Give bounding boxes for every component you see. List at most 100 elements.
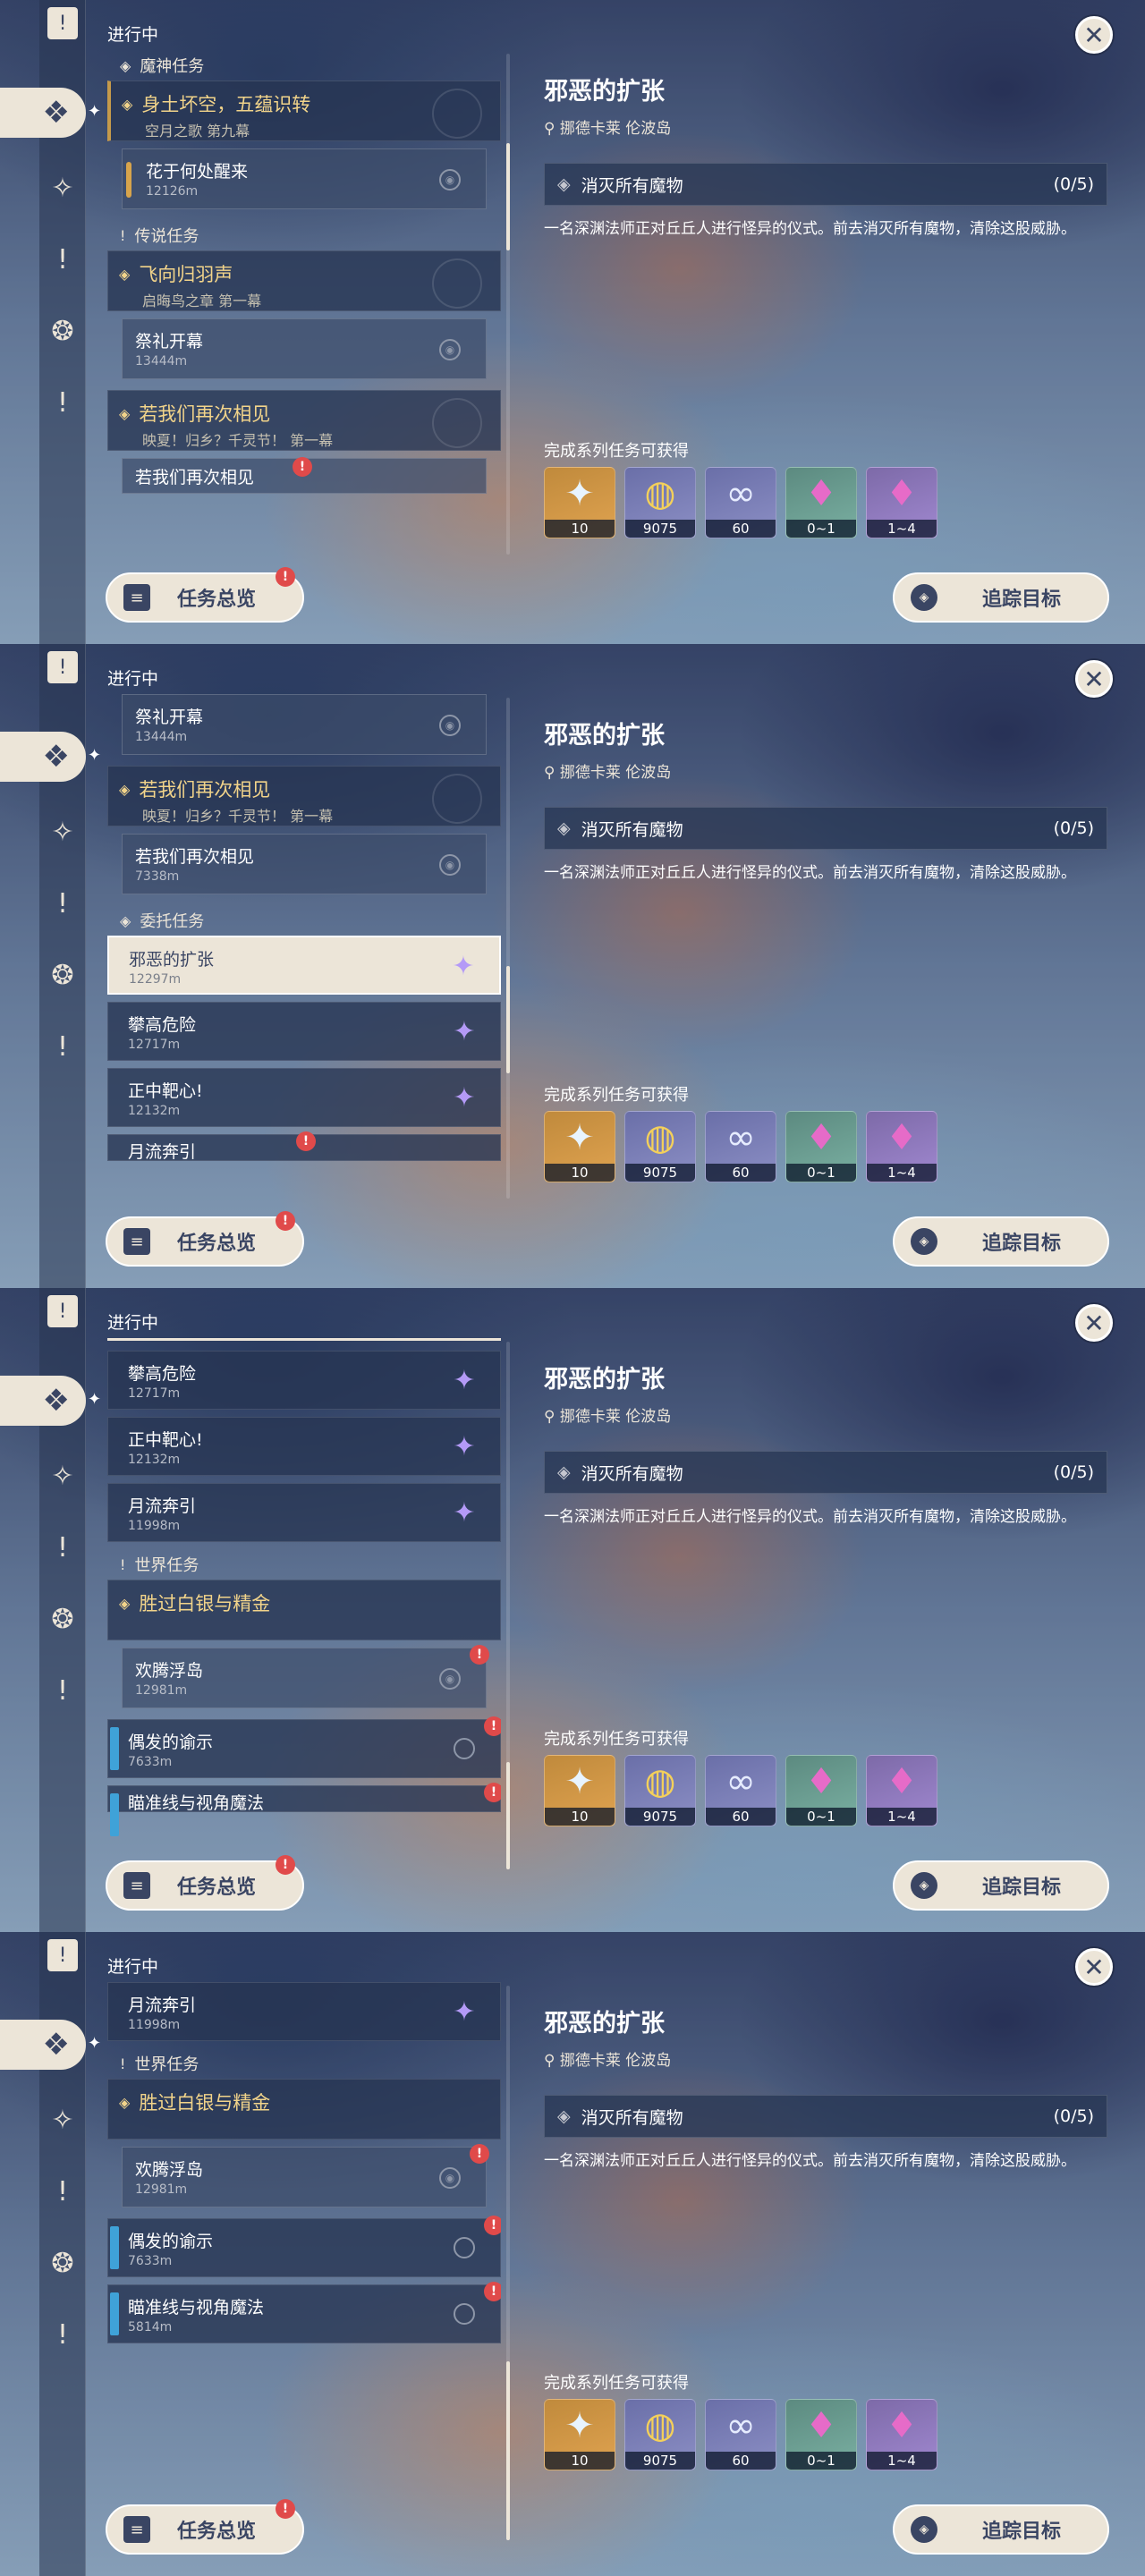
- quest-item[interactable]: 偶发的谕示 7633m!: [107, 1716, 501, 1778]
- rail-item-story[interactable]: !: [39, 2168, 86, 2215]
- rail-item-event[interactable]: !: [39, 379, 86, 426]
- quest-list-scrollbar[interactable]: [506, 698, 510, 1199]
- quest-overview-button[interactable]: ≡ 任务总览!: [106, 1855, 304, 1911]
- quest-overview-button[interactable]: ≡ 任务总览!: [106, 2499, 304, 2555]
- quest-group[interactable]: ◈ 身土坏空，五蕴识转 空月之歌 第九幕: [107, 80, 501, 141]
- quest-item[interactable]: 正中靶心! 12132m ✦: [107, 1417, 501, 1476]
- quest-item[interactable]: 瞄准线与视角魔法!: [107, 1783, 501, 1836]
- quest-group[interactable]: ◈ 若我们再次相见 映夏！归乡？千灵节！ 第一幕: [107, 766, 501, 826]
- quest-bookmark-button[interactable]: !: [39, 1937, 86, 1973]
- rail-item-event[interactable]: !: [39, 1023, 86, 1070]
- quest-item[interactable]: 正中靶心! 12132m ✦: [107, 1068, 501, 1127]
- track-objective-button[interactable]: ◈ 追踪目标: [893, 2504, 1109, 2555]
- reward-item[interactable]: ∞ 60: [705, 1755, 776, 1826]
- quest-bookmark-button[interactable]: !: [39, 1293, 86, 1329]
- quest-list-scrollbar[interactable]: [506, 54, 510, 555]
- location-pin-icon[interactable]: ◉: [439, 339, 461, 360]
- rail-item-event[interactable]: !: [39, 2311, 86, 2358]
- rail-item-archon[interactable]: ✧: [39, 809, 86, 855]
- location-pin-icon[interactable]: ◉: [439, 2167, 461, 2189]
- quest-item[interactable]: 偶发的谕示 7633m!: [107, 2216, 501, 2277]
- rail-item-archon[interactable]: ✧: [39, 2097, 86, 2143]
- quest-list[interactable]: 月流奔引 11998m ✦ ! 世界任务 ◈ 胜过白银与精金 欢腾浮岛 12981m ◉! 偶发的谕…: [107, 1982, 501, 2483]
- quest-step[interactable]: 祭礼开幕 13444m ◉: [122, 694, 487, 755]
- quest-list[interactable]: 祭礼开幕 13444m ◉ ◈ 若我们再次相见 映夏！归乡？千灵节！ 第一幕 若我们再次相见…: [107, 694, 501, 1195]
- rail-item-archon[interactable]: ✧: [39, 1453, 86, 1499]
- rail-item-world[interactable]: ❂: [39, 308, 86, 354]
- quest-group[interactable]: ◈ 胜过白银与精金: [107, 1580, 501, 1640]
- quest-step[interactable]: 若我们再次相见!: [122, 457, 487, 494]
- location-pin-icon[interactable]: ◉: [439, 169, 461, 191]
- rail-item-commission[interactable]: ❖: [0, 732, 86, 782]
- location-pin-icon[interactable]: ◉: [439, 1668, 461, 1690]
- quest-item[interactable]: 月流奔引 11998m ✦: [107, 1982, 501, 2041]
- reward-item[interactable]: ∞ 60: [705, 2399, 776, 2470]
- quest-overview-button[interactable]: ≡ 任务总览!: [106, 1211, 304, 1267]
- reward-item[interactable]: ∞ 60: [705, 1111, 776, 1182]
- quest-item[interactable]: 攀高危险 12717m ✦: [107, 1351, 501, 1410]
- quest-step[interactable]: 欢腾浮岛 12981m ◉!: [122, 1645, 489, 1708]
- reward-item[interactable]: ∞ 60: [705, 467, 776, 538]
- reward-item[interactable]: ♦ 0~1: [785, 2399, 857, 2470]
- reward-item[interactable]: ✦ 10: [544, 1755, 615, 1826]
- reward-item[interactable]: ♦ 1~4: [866, 1111, 937, 1182]
- scrollbar-thumb[interactable]: [506, 143, 510, 250]
- quest-step[interactable]: 祭礼开幕 13444m ◉: [122, 318, 487, 379]
- quest-item[interactable]: 瞄准线与视角魔法 5814m!: [107, 2282, 501, 2343]
- scrollbar-thumb[interactable]: [506, 1762, 510, 1869]
- track-objective-button[interactable]: ◈ 追踪目标: [893, 1216, 1109, 1267]
- quest-step[interactable]: 若我们再次相见 7338m ◉: [122, 834, 487, 894]
- reward-item[interactable]: ✦ 10: [544, 2399, 615, 2470]
- rail-item-commission[interactable]: ❖: [0, 88, 86, 138]
- rail-item-world[interactable]: ❂: [39, 2240, 86, 2286]
- close-button[interactable]: ✕: [1075, 1948, 1113, 1986]
- rail-item-story[interactable]: !: [39, 880, 86, 927]
- quest-item[interactable]: 邪恶的扩张 12297m ✦: [107, 936, 501, 995]
- reward-item[interactable]: ◍ 9075: [624, 1111, 696, 1182]
- reward-item[interactable]: ♦ 1~4: [866, 2399, 937, 2470]
- reward-item[interactable]: ◍ 9075: [624, 2399, 696, 2470]
- rail-item-commission[interactable]: ❖: [0, 1376, 86, 1426]
- rail-item-story[interactable]: !: [39, 236, 86, 283]
- close-button[interactable]: ✕: [1075, 1304, 1113, 1342]
- rail-item-world[interactable]: ❂: [39, 1596, 86, 1642]
- rail-item-commission[interactable]: ❖: [0, 2020, 86, 2070]
- location-pin-icon[interactable]: ◉: [439, 854, 461, 876]
- rail-item-story[interactable]: !: [39, 1524, 86, 1571]
- quest-overview-button[interactable]: ≡ 任务总览!: [106, 567, 304, 623]
- quest-item[interactable]: 攀高危险 12717m ✦: [107, 1002, 501, 1061]
- reward-item[interactable]: ♦ 1~4: [866, 1755, 937, 1826]
- quest-list-scrollbar[interactable]: [506, 1986, 510, 2540]
- track-objective-button[interactable]: ◈ 追踪目标: [893, 572, 1109, 623]
- close-button[interactable]: ✕: [1075, 16, 1113, 54]
- location-pin-icon[interactable]: [454, 2237, 475, 2258]
- location-pin-icon[interactable]: ◉: [439, 715, 461, 736]
- close-button[interactable]: ✕: [1075, 660, 1113, 698]
- quest-step[interactable]: 花于何处醒来 12126m ◉: [122, 148, 487, 209]
- scrollbar-thumb[interactable]: [506, 966, 510, 1073]
- quest-item[interactable]: 月流奔引 11998m ✦: [107, 1483, 501, 1542]
- quest-bookmark-button[interactable]: !: [39, 649, 86, 685]
- rail-item-archon[interactable]: ✧: [39, 165, 86, 211]
- location-pin-icon[interactable]: [454, 1738, 475, 1759]
- reward-item[interactable]: ✦ 10: [544, 467, 615, 538]
- quest-group[interactable]: ◈ 胜过白银与精金: [107, 2079, 501, 2140]
- reward-item[interactable]: ◍ 9075: [624, 467, 696, 538]
- reward-item[interactable]: ✦ 10: [544, 1111, 615, 1182]
- quest-list[interactable]: 攀高危险 12717m ✦ 正中靶心! 12132m ✦ 月流奔引 11998m ✦ ! 世界任务 ◈…: [107, 1338, 501, 1839]
- track-objective-button[interactable]: ◈ 追踪目标: [893, 1860, 1109, 1911]
- quest-item[interactable]: 月流奔引!: [107, 1131, 501, 1162]
- quest-group[interactable]: ◈ 若我们再次相见 映夏！归乡？千灵节！ 第一幕: [107, 390, 501, 451]
- quest-group[interactable]: ◈ 飞向归羽声 启晦鸟之章 第一幕: [107, 250, 501, 311]
- quest-list-scrollbar[interactable]: [506, 1342, 510, 1869]
- quest-bookmark-button[interactable]: !: [39, 5, 86, 41]
- quest-list[interactable]: ◈ 魔神任务 ◈ 身土坏空，五蕴识转 空月之歌 第九幕 花于何处醒来 12126m ◉ ! 传说任…: [107, 50, 501, 551]
- reward-item[interactable]: ♦ 0~1: [785, 467, 857, 538]
- reward-item[interactable]: ♦ 0~1: [785, 1111, 857, 1182]
- rail-item-world[interactable]: ❂: [39, 952, 86, 998]
- location-pin-icon[interactable]: [454, 2303, 475, 2325]
- reward-item[interactable]: ♦ 0~1: [785, 1755, 857, 1826]
- rail-item-event[interactable]: !: [39, 1667, 86, 1714]
- reward-item[interactable]: ♦ 1~4: [866, 467, 937, 538]
- reward-item[interactable]: ◍ 9075: [624, 1755, 696, 1826]
